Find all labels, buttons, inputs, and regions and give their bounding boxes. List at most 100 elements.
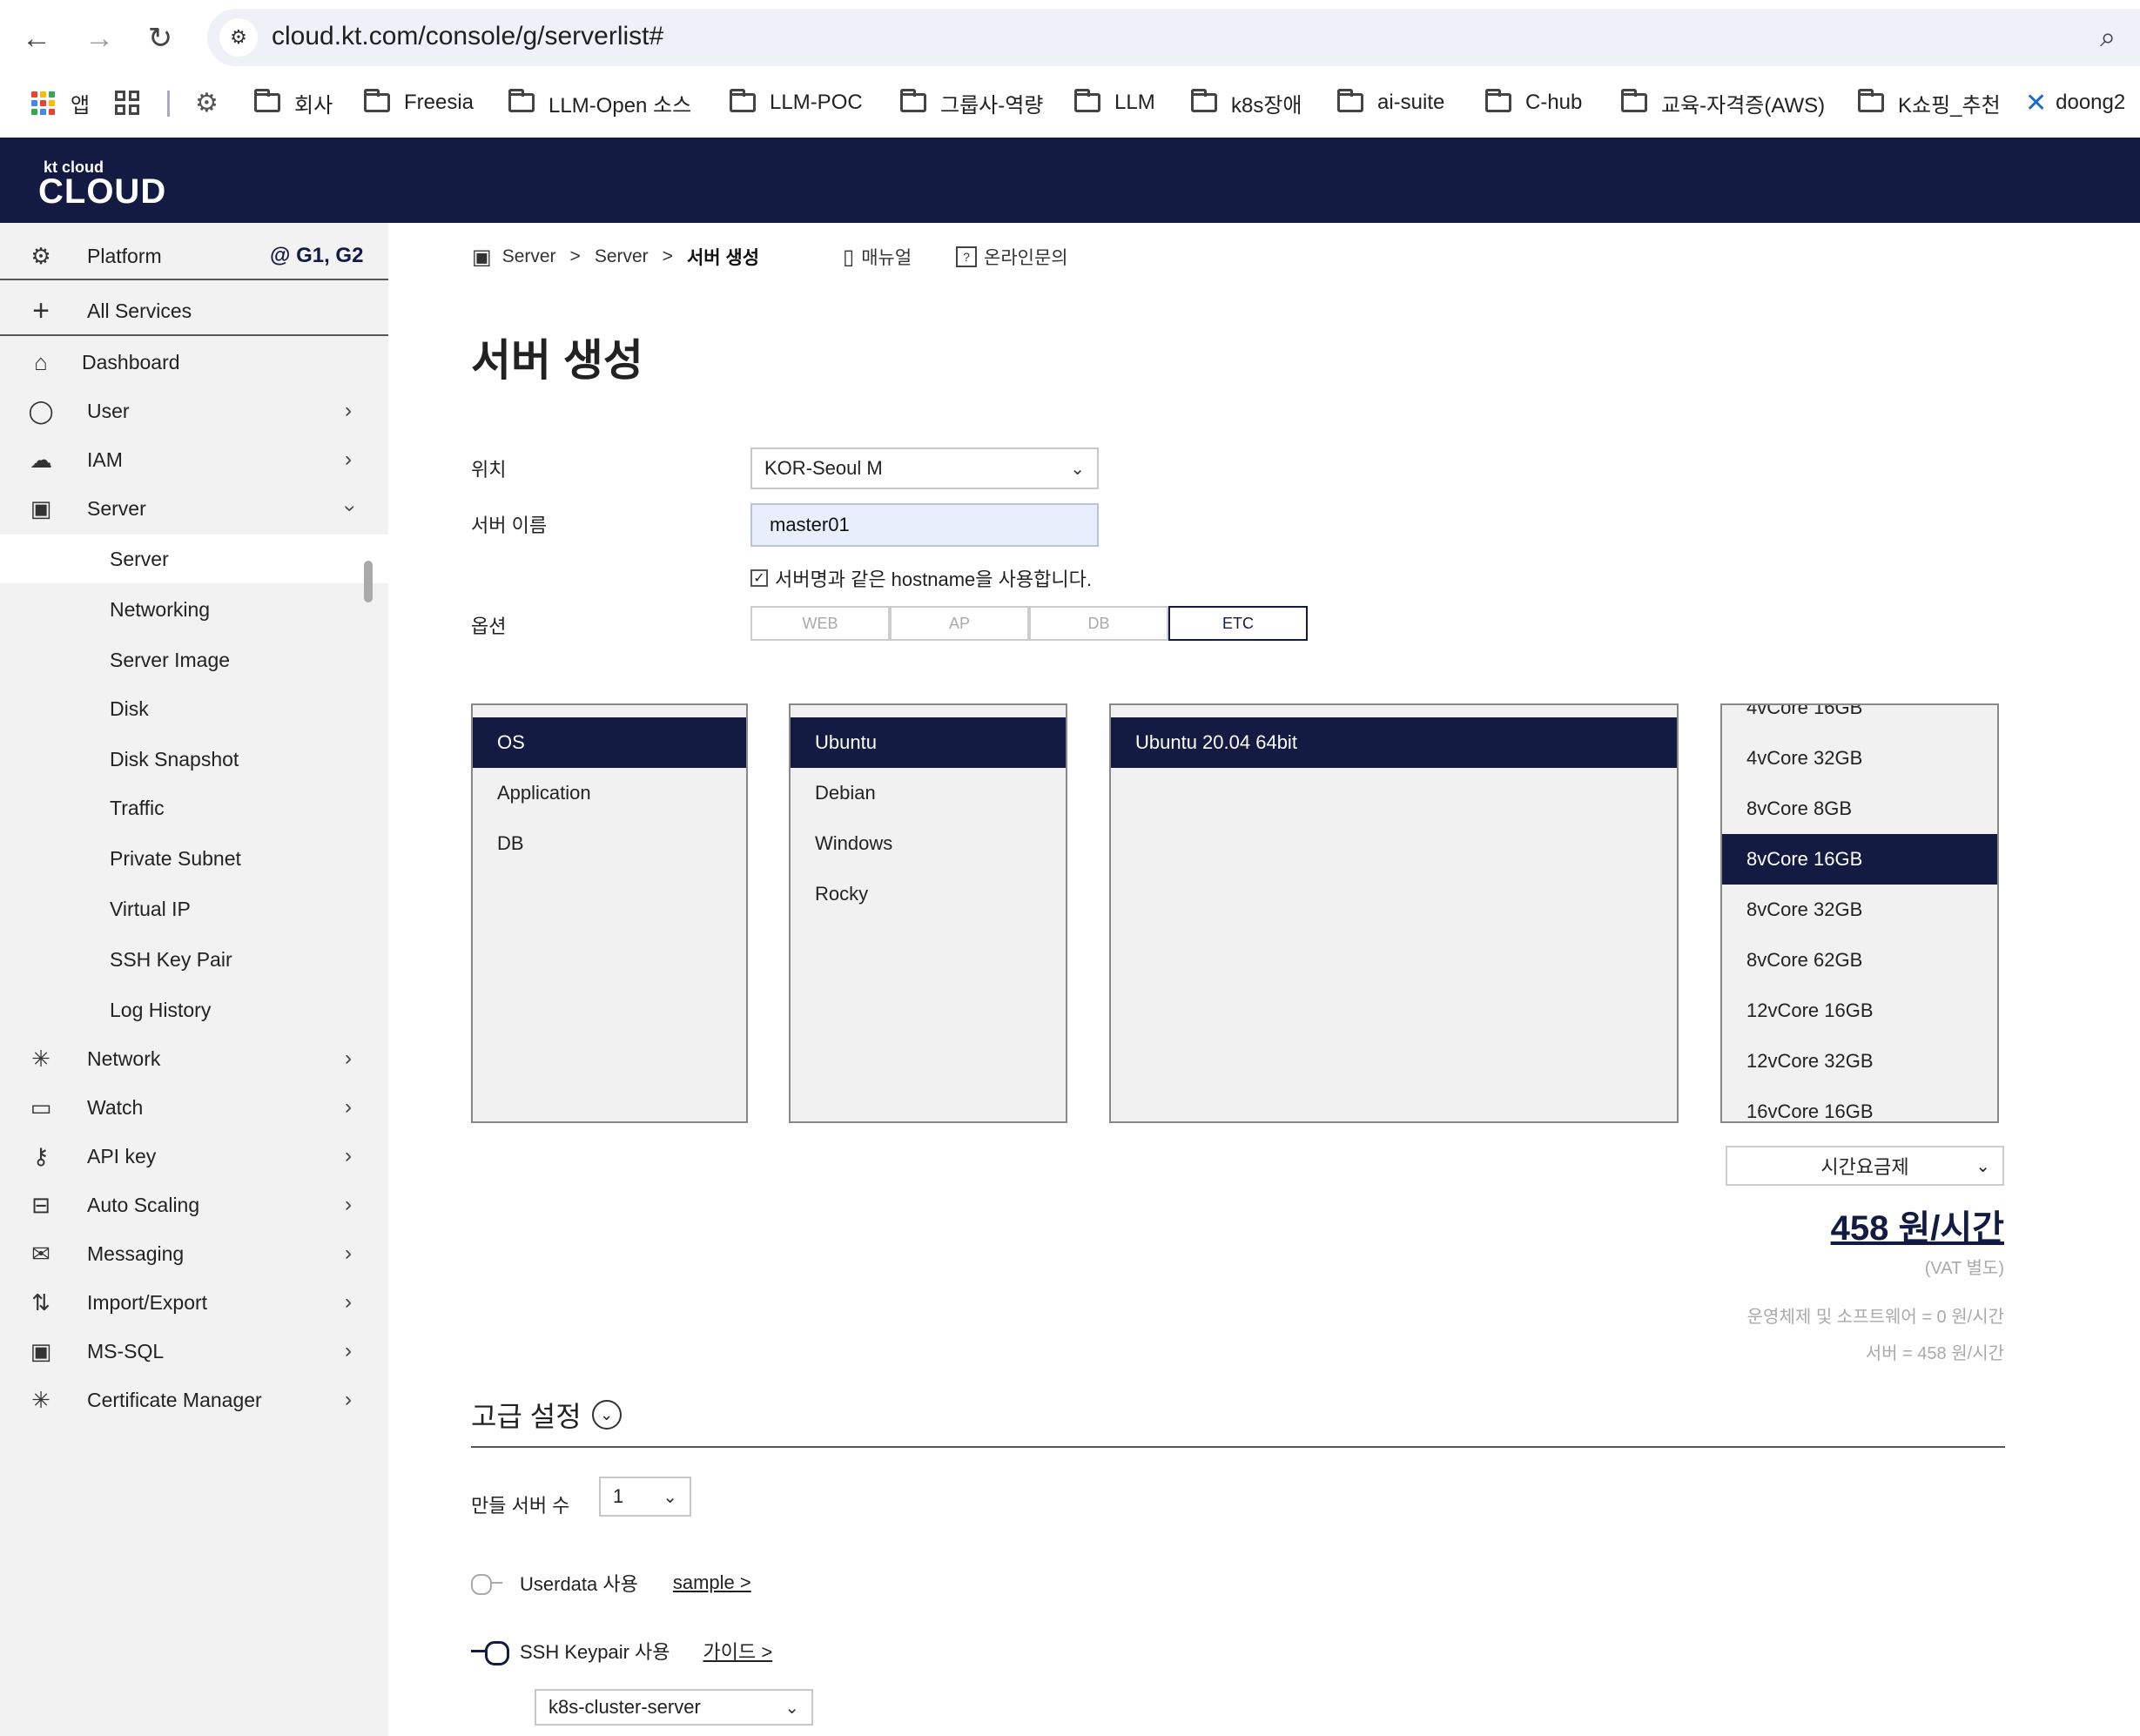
breadcrumb-separator: > (662, 246, 673, 266)
zoom-icon[interactable]: ⌕ (2100, 21, 2116, 54)
server-name-input[interactable]: master01 (750, 503, 1099, 547)
folder-icon (900, 89, 926, 112)
bookmark-label: Freesia (404, 91, 474, 114)
site-settings-icon[interactable]: ⚙ (219, 18, 258, 57)
sidebar-sub-disk[interactable]: Disk (0, 684, 388, 733)
ssh-keypair-label: SSH Keypair 사용 (520, 1641, 670, 1663)
sidebar-item-messaging[interactable]: ✉ Messaging › (0, 1229, 388, 1278)
hostname-checkbox-row[interactable]: ✓ 서버명과 같은 hostname을 사용합니다. (750, 564, 1092, 592)
sidebar-item-watch[interactable]: ▭ Watch › (0, 1083, 388, 1132)
sidebar-item-auto-scaling[interactable]: ⊟ Auto Scaling › (0, 1181, 388, 1229)
forward-arrow-icon[interactable]: → (80, 19, 118, 57)
sidebar-sub-traffic[interactable]: Traffic (0, 784, 388, 832)
address-bar[interactable]: ⚙ cloud.kt.com/console/g/serverlist# ⌕ (207, 9, 2140, 66)
sidebar-sub-ssh-key-pair[interactable]: SSH Key Pair (0, 935, 388, 984)
server-count-row: 만들 서버 수 (471, 1490, 569, 1518)
bookmark-label: 그룹사-역량 (940, 93, 1044, 118)
bookmark-folder[interactable]: 교육-자격증(AWS) (1621, 84, 1825, 122)
chevron-right-icon: › (345, 1241, 352, 1265)
gear-icon[interactable]: ⚙ (195, 84, 219, 122)
sidebar-item-network[interactable]: ✳ Network › (0, 1034, 388, 1083)
list-item[interactable]: OS (473, 717, 746, 768)
ssh-keypair-select[interactable]: k8s-cluster-server ⌄ (535, 1689, 813, 1726)
bookmark-folder[interactable]: LLM-POC (730, 84, 863, 122)
confluence-icon: ✕ (2025, 88, 2048, 118)
list-item[interactable]: 16vCore 16GB (1722, 1087, 1997, 1121)
list-item[interactable]: Ubuntu 20.04 64bit (1111, 717, 1677, 768)
ssh-keypair-guide-link[interactable]: 가이드 > (703, 1637, 773, 1665)
option-tab-db[interactable]: DB (1029, 606, 1168, 641)
option-tab-ap[interactable]: AP (890, 606, 1029, 641)
list-item[interactable]: 8vCore 16GB (1722, 834, 1997, 885)
price-total[interactable]: 458 원/시간 (1831, 1200, 2004, 1250)
folder-icon (254, 89, 280, 112)
bookmark-folder[interactable]: K쇼핑_추천 (1858, 84, 2001, 122)
list-item[interactable]: Debian (791, 768, 1066, 818)
sidebar-sub-private-subnet[interactable]: Private Subnet (0, 834, 388, 883)
list-item[interactable]: 8vCore 8GB (1722, 784, 1997, 834)
bookmark-folder[interactable]: 회사 (254, 84, 333, 122)
logo[interactable]: CLOUD (38, 172, 166, 212)
sidebar-sub-virtual-ip[interactable]: Virtual IP (0, 885, 388, 933)
bookmark-folder[interactable]: LLM-Open 소스 (508, 84, 691, 122)
breadcrumb-item[interactable]: Server (502, 246, 556, 267)
sidebar-item-ms-sql[interactable]: ▣ MS-SQL › (0, 1327, 388, 1376)
sidebar-item-server[interactable]: ▣ Server › (0, 484, 388, 533)
list-item[interactable]: 12vCore 32GB (1722, 1036, 1997, 1087)
manual-link[interactable]: ▯ 매뉴얼 (843, 244, 912, 270)
list-item[interactable]: 8vCore 62GB (1722, 935, 1997, 986)
sidebar-item-user[interactable]: ◯ User › (0, 387, 388, 435)
bookmark-folder[interactable]: LLM (1074, 84, 1155, 122)
bookmark-confluence[interactable]: ✕ doong2 (2025, 84, 2125, 122)
server-count-select[interactable]: 1 ⌄ (599, 1477, 691, 1517)
folder-icon (1337, 89, 1363, 112)
bookmark-folder[interactable]: k8s장애 (1191, 84, 1302, 122)
divider (471, 1446, 2005, 1448)
location-select[interactable]: KOR-Seoul M ⌄ (750, 447, 1099, 489)
reload-icon[interactable]: ↻ (141, 19, 179, 57)
sidebar-sub-disk-snapshot[interactable]: Disk Snapshot (0, 735, 388, 784)
list-item[interactable]: 4vCore 16GB (1722, 705, 1997, 733)
option-tab-etc[interactable]: ETC (1168, 606, 1308, 641)
advanced-settings-toggle[interactable]: 고급 설정 ⌄ (471, 1395, 622, 1435)
ssh-keypair-toggle[interactable] (471, 1640, 509, 1665)
list-item[interactable]: 12vCore 16GB (1722, 986, 1997, 1036)
url-text[interactable]: cloud.kt.com/console/g/serverlist# (272, 22, 663, 51)
list-item[interactable]: 4vCore 32GB (1722, 733, 1997, 784)
list-item[interactable]: 8vCore 32GB (1722, 885, 1997, 935)
sidebar-scrollbar[interactable] (364, 561, 373, 602)
bookmark-folder[interactable]: ai-suite (1337, 84, 1444, 122)
chevron-down-icon: ⌄ (1070, 459, 1085, 479)
sidebar-sub-server[interactable]: Server (0, 535, 388, 583)
bookmark-folder[interactable]: C-hub (1485, 84, 1582, 122)
bookmark-folder[interactable]: 그룹사-역량 (900, 84, 1043, 122)
cloud-lock-icon: ☁ (30, 446, 52, 473)
tab-groups-icon[interactable] (115, 84, 139, 122)
pricing-plan-select[interactable]: 시간요금제 ⌄ (1726, 1146, 2004, 1186)
sidebar-sub-networking[interactable]: Networking (0, 585, 388, 634)
userdata-toggle[interactable] (471, 1572, 506, 1595)
sidebar-item-dashboard[interactable]: ⌂ Dashboard (0, 338, 388, 387)
import-export-icon: ⇅ (31, 1289, 50, 1315)
sidebar-item-api-key[interactable]: ⚷ API key › (0, 1132, 388, 1181)
sidebar-item-import-export[interactable]: ⇅ Import/Export › (0, 1278, 388, 1327)
sidebar-sub-log-history[interactable]: Log History (0, 986, 388, 1034)
sidebar-sub-server-image[interactable]: Server Image (0, 636, 388, 684)
list-item[interactable]: Ubuntu (791, 717, 1066, 768)
inquiry-link[interactable]: ? 온라인문의 (956, 244, 1068, 270)
sidebar-item-iam[interactable]: ☁ IAM › (0, 435, 388, 484)
list-item[interactable]: Rocky (791, 869, 1066, 919)
hostname-checkbox[interactable]: ✓ (750, 569, 768, 587)
list-item[interactable]: Windows (791, 818, 1066, 869)
userdata-sample-link[interactable]: sample > (673, 1571, 751, 1594)
list-item[interactable]: Application (473, 768, 746, 818)
list-item[interactable]: DB (473, 818, 746, 869)
bookmark-apps[interactable]: 앱 (31, 84, 90, 122)
sidebar-all-services[interactable]: + All Services (0, 287, 388, 334)
sidebar-platform[interactable]: ⚙ Platform @ G1, G2 (0, 235, 388, 277)
sidebar-item-certificate-manager[interactable]: ✳ Certificate Manager › (0, 1376, 388, 1424)
bookmark-folder[interactable]: Freesia (364, 84, 474, 122)
option-tab-web[interactable]: WEB (750, 606, 890, 641)
back-arrow-icon[interactable]: ← (17, 19, 56, 57)
breadcrumb-item[interactable]: Server (595, 246, 649, 267)
